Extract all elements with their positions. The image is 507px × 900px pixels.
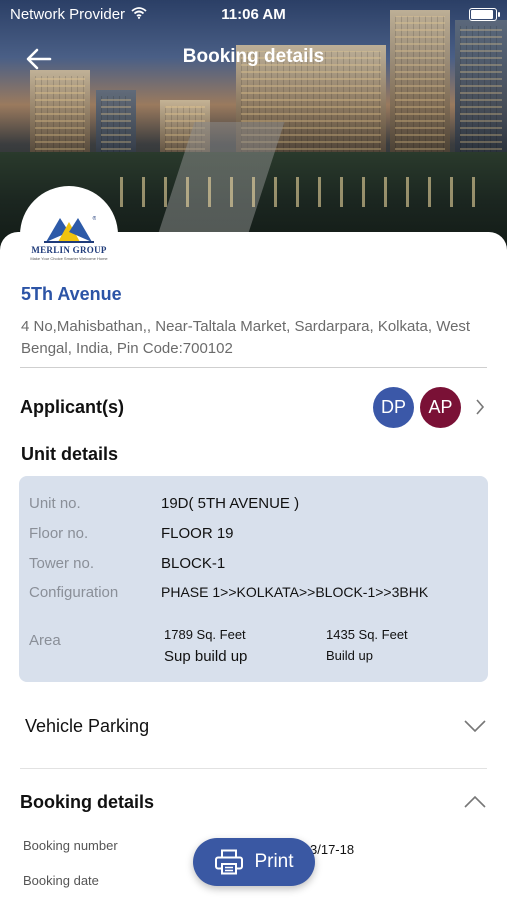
status-right [469,7,500,21]
area-type: Sup build up [164,648,248,665]
chevron-down-icon[interactable] [463,714,487,738]
print-label: Print [254,851,294,872]
project-name: 5Th Avenue [21,284,122,304]
area-super-built-up: 1789 Sq. Feet Sup build up [164,627,247,665]
booking-number-value: 3/17-18 [310,842,355,857]
divider [20,367,487,368]
unit-value: BLOCK-1 [161,554,226,572]
unit-row-configuration: Configuration PHASE 1>>KOLKATA>>BLOCK-1>… [29,581,478,603]
logo-name: MERLIN GROUP [31,244,107,255]
unit-label: Configuration [29,583,119,601]
merlin-group-logo: ® MERLIN GROUP Make Your Choice Smarter … [20,186,118,284]
page-title: Booking details [182,46,325,67]
booking-details-row[interactable]: Booking details [20,780,487,824]
hero-building [390,10,450,170]
unit-row-unit-no: Unit no. 19D( 5TH AVENUE ) [29,492,478,514]
unit-label: Unit no. [29,494,81,512]
status-bar: Network Provider 11:06 AM [0,0,507,28]
area-amount: 1435 Sq. Feet [326,627,408,642]
unit-value: PHASE 1>>KOLKATA>>BLOCK-1>>3BHK [161,584,429,600]
print-button[interactable]: Print [193,838,315,886]
area-built-up: 1435 Sq. Feet Build up [326,627,408,663]
chevron-up-icon[interactable] [463,790,487,814]
unit-value: FLOOR 19 [161,524,234,542]
avatar[interactable]: DP [373,386,414,428]
vehicle-parking-label: Vehicle Parking [25,715,150,736]
divider [20,768,487,769]
printer-icon [215,849,244,875]
booking-date-label: Booking date [23,873,99,888]
booking-number-label: Booking number [23,838,118,853]
unit-row-floor-no: Floor no. FLOOR 19 [29,522,478,544]
unit-details-heading: Unit details [21,444,119,464]
area-label: Area [29,632,61,649]
booking-details-heading: Booking details [20,791,155,812]
logo-tagline: Make Your Choice Smarter Welcome Home [30,255,108,261]
unit-row-tower-no: Tower no. BLOCK-1 [29,552,478,574]
area-amount: 1789 Sq. Feet [164,627,246,642]
chevron-right-icon [473,399,487,415]
unit-details-card: Unit no. 19D( 5TH AVENUE ) Floor no. FLO… [19,476,488,682]
area-type: Build up [326,648,373,663]
applicants-label: Applicant(s) [20,396,125,417]
applicants-row[interactable]: Applicant(s) DP AP [20,382,487,432]
unit-label: Tower no. [29,554,95,572]
applicant-avatars: DP AP [373,386,461,428]
avatar[interactable]: AP [420,386,461,428]
hero-lights [120,177,477,207]
merlin-logo-mark: ® [44,215,96,243]
project-address: 4 No,Mahisbathan,, Near-Taltala Market, … [21,318,471,357]
svg-text:®: ® [92,215,96,222]
unit-label: Floor no. [29,524,89,542]
nav-bar: Booking details [0,36,507,78]
status-time: 11:06 AM [221,5,286,23]
unit-value: 19D( 5TH AVENUE ) [161,494,300,512]
vehicle-parking-row[interactable]: Vehicle Parking [20,702,487,750]
battery-icon [469,7,500,21]
